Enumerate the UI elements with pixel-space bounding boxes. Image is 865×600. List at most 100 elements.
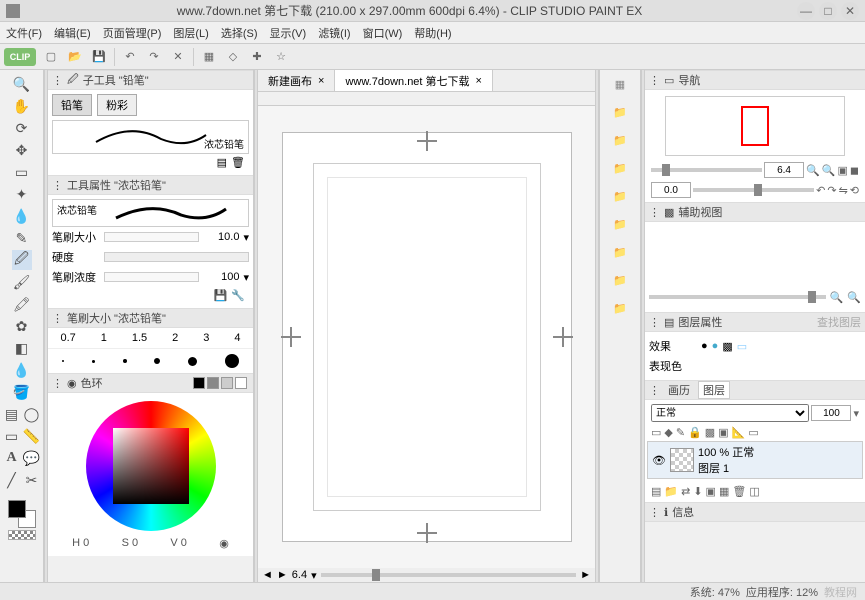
size-dot[interactable] — [225, 354, 239, 368]
lock-alpha-icon[interactable]: ▩ — [705, 426, 715, 439]
toolprop-panel-header[interactable]: ⋮ 工具属性 "浓芯铅笔" — [48, 175, 253, 195]
size-dot[interactable] — [92, 360, 95, 363]
size-4[interactable]: 3 — [203, 332, 209, 344]
reset-icon[interactable]: ⟲ — [850, 184, 859, 197]
layer-item-name[interactable]: 图层 1 — [698, 460, 754, 476]
eyedropper-tool-icon[interactable]: 💧 — [12, 206, 32, 226]
zoom-tool-icon[interactable]: 🔍 — [12, 74, 32, 94]
color-panel-header[interactable]: ⋮ ◉ 色环 — [48, 373, 253, 393]
flip-h-icon[interactable]: ⇋ — [839, 184, 848, 197]
material-icon[interactable]: 📁 — [610, 270, 630, 290]
pattern-swatch[interactable] — [8, 530, 36, 540]
rotate-left-icon[interactable]: ↶ — [816, 184, 825, 197]
select-all-icon[interactable]: ▦ — [200, 48, 218, 66]
brushsize-panel-header[interactable]: ⋮ 笔刷大小 "浓芯铅笔" — [48, 308, 253, 328]
aux-panel-header[interactable]: ⋮ ▩ 辅助视图 — [645, 202, 865, 222]
zoom-out-icon[interactable]: ▾ — [311, 569, 317, 582]
material-icon[interactable]: 📁 — [610, 298, 630, 318]
text-tool-icon[interactable]: A — [3, 448, 21, 468]
pencil-tool-icon[interactable]: 🖉 — [12, 250, 32, 270]
blend-mode-select[interactable]: 正常 — [651, 404, 809, 422]
nav-zoom-slider[interactable] — [651, 168, 762, 172]
history-tab[interactable]: 画历 — [664, 382, 694, 398]
maximize-button[interactable]: □ — [819, 2, 837, 20]
deco-tool-icon[interactable]: ✿ — [12, 316, 32, 336]
density-value[interactable]: 100 — [203, 271, 239, 283]
nav-angle-input[interactable] — [651, 182, 691, 198]
menu-window[interactable]: 窗口(W) — [363, 25, 403, 41]
draft-icon[interactable]: ✎ — [676, 426, 685, 439]
stroke-preview[interactable]: 浓芯铅笔 — [52, 120, 249, 154]
material-icon[interactable]: 📁 — [610, 102, 630, 122]
nav-zoom-input[interactable] — [764, 162, 804, 178]
menu-filter[interactable]: 滤镜(I) — [318, 25, 350, 41]
pen-tool-icon[interactable]: ✎ — [12, 228, 32, 248]
opacity-slider[interactable] — [649, 295, 826, 299]
clip-logo-icon[interactable]: CLIP — [4, 48, 36, 66]
size-dot[interactable] — [123, 359, 127, 363]
correction-tool-icon[interactable]: ✂ — [23, 470, 41, 490]
nav-thumbnail[interactable] — [665, 96, 845, 156]
actual-icon[interactable]: ◼ — [850, 164, 859, 177]
snap-icon[interactable]: ✚ — [248, 48, 266, 66]
eraser-tool-icon[interactable]: ◧ — [12, 338, 32, 358]
zoom-out-icon[interactable]: 🔍 — [806, 164, 820, 177]
ruler-tool-icon[interactable]: 📏 — [23, 426, 41, 446]
gradient-tool-icon[interactable]: ▤ — [3, 404, 21, 424]
search-layer-label[interactable]: 查找图层 — [817, 314, 861, 330]
size-0[interactable]: 0.7 — [60, 332, 75, 344]
brush-tool-icon[interactable]: 🖌 — [12, 272, 32, 292]
color-wheel[interactable] — [86, 401, 216, 531]
trash-icon[interactable]: 🗑 — [231, 156, 245, 169]
layer-item[interactable]: 👁 100 % 正常 图层 1 — [647, 441, 863, 479]
mask-new-icon[interactable]: ▣ — [706, 485, 716, 498]
delete-icon[interactable]: ✕ — [169, 48, 187, 66]
rotate-right-icon[interactable]: ↷ — [827, 184, 836, 197]
new-layer-icon[interactable]: ▤ — [651, 485, 661, 498]
menu-file[interactable]: 文件(F) — [6, 25, 42, 41]
layers-panel-header[interactable]: ⋮ 画历 图层 — [645, 380, 865, 400]
save-icon[interactable]: 💾 — [90, 48, 108, 66]
lock-icon[interactable]: 🔒 — [688, 426, 702, 439]
fill-tool-icon[interactable]: 🪣 — [12, 382, 32, 402]
zoom-slider[interactable] — [321, 573, 577, 577]
shape-icon[interactable]: ◇ — [224, 48, 242, 66]
two-pane-icon[interactable]: ◫ — [749, 485, 759, 498]
nav-prev-icon[interactable]: ◄ — [262, 569, 273, 581]
size-dot[interactable] — [62, 360, 64, 362]
ruler-icon[interactable]: 📐 — [732, 426, 746, 439]
hand-tool-icon[interactable]: ✋ — [12, 96, 32, 116]
wrench-icon[interactable]: 🔧 — [231, 289, 245, 302]
doc-tab-0[interactable]: 新建画布 × — [258, 70, 335, 91]
subtool-tab-pastel[interactable]: 粉彩 — [97, 94, 137, 116]
color-menu-icon[interactable]: ◉ — [219, 537, 229, 550]
zoom-in-icon[interactable]: 🔍 — [822, 164, 836, 177]
size-dot[interactable] — [154, 358, 160, 364]
swatch[interactable] — [207, 377, 219, 389]
scroll-right-icon[interactable]: ► — [580, 569, 591, 581]
mask-icon[interactable]: ▣ — [718, 426, 728, 439]
layer-thumbnail[interactable] — [670, 448, 694, 472]
menu-help[interactable]: 帮助(H) — [414, 25, 451, 41]
tone-icon[interactable]: ● — [712, 340, 719, 352]
trash-icon[interactable]: 🗑 — [732, 485, 746, 498]
chevron-down-icon[interactable]: ▾ — [243, 231, 249, 244]
eye-icon[interactable]: 👁 — [652, 454, 666, 467]
undo-icon[interactable]: ↶ — [121, 48, 139, 66]
doc-tab-1[interactable]: www.7down.net 第七下载 × — [335, 70, 493, 91]
close-tab-icon[interactable]: × — [318, 75, 324, 87]
fgbg-swatch[interactable] — [8, 500, 36, 528]
material-icon[interactable]: 📁 — [610, 186, 630, 206]
material-icon[interactable]: 📁 — [610, 214, 630, 234]
marquee-tool-icon[interactable]: ▭ — [12, 162, 32, 182]
menu-view[interactable]: 显示(V) — [270, 25, 307, 41]
layer-color-box[interactable]: ▭ — [748, 426, 758, 439]
subtool-tab-pencil[interactable]: 铅笔 — [52, 94, 92, 116]
size-dot[interactable] — [188, 357, 197, 366]
layer-opacity-input[interactable] — [811, 405, 851, 421]
shape-tool-icon[interactable]: ◯ — [23, 404, 41, 424]
swatch[interactable] — [235, 377, 247, 389]
brush-size-value[interactable]: 10.0 — [203, 231, 239, 243]
size-5[interactable]: 4 — [234, 332, 240, 344]
nav-next-icon[interactable]: ► — [277, 569, 288, 581]
